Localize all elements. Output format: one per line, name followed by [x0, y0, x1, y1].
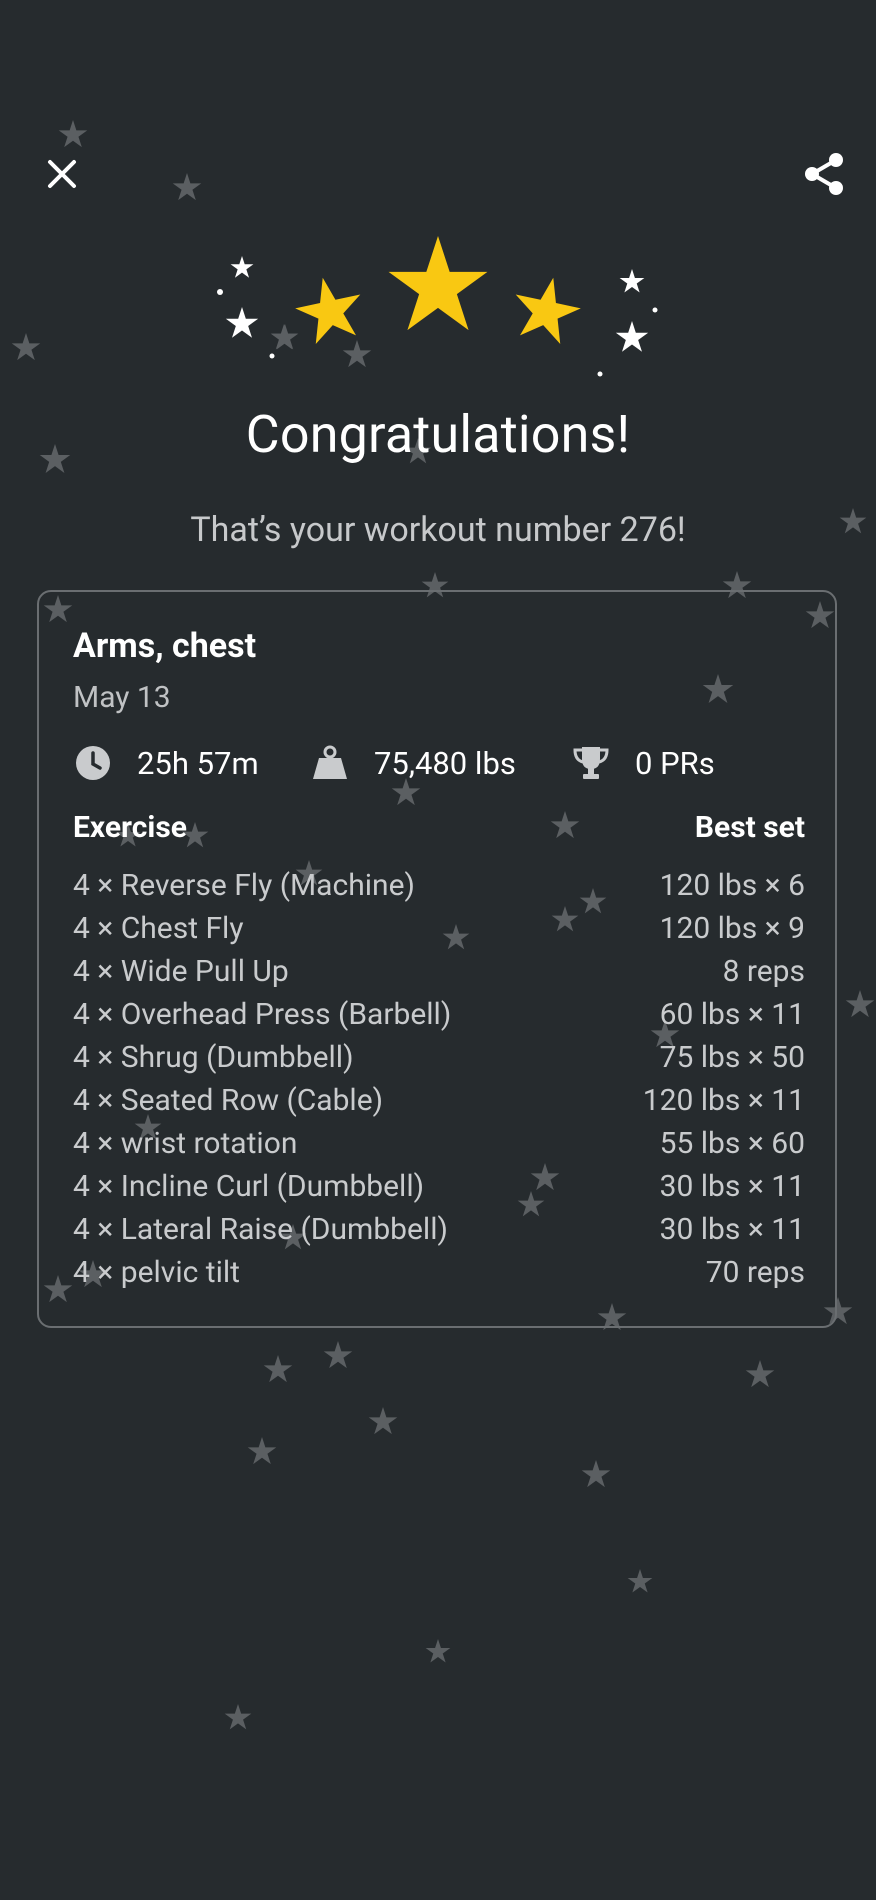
- exercise-row: 4 × Shrug (Dumbbell) 75 lbs × 50: [73, 1040, 805, 1083]
- close-button[interactable]: [26, 138, 98, 210]
- close-icon: [48, 160, 76, 188]
- best-set-value: 30 lbs × 11: [659, 1169, 805, 1204]
- best-set-value: 120 lbs × 11: [642, 1083, 805, 1118]
- exercise-row: 4 × Overhead Press (Barbell) 60 lbs × 11: [73, 997, 805, 1040]
- exercise-row: 4 × pelvic tilt 70 reps: [73, 1255, 805, 1298]
- exercise-name: 4 × Shrug (Dumbbell): [73, 1040, 354, 1075]
- exercise-name: 4 × Incline Curl (Dumbbell): [73, 1169, 425, 1204]
- exercise-row: 4 × Wide Pull Up 8 reps: [73, 954, 805, 997]
- exercise-name: 4 × wrist rotation: [73, 1126, 298, 1161]
- best-set-value: 75 lbs × 50: [659, 1040, 805, 1075]
- exercise-row: 4 × wrist rotation 55 lbs × 60: [73, 1126, 805, 1169]
- volume-stat: 75,480 lbs: [310, 738, 516, 788]
- exercise-name: 4 × Overhead Press (Barbell): [73, 997, 452, 1032]
- exercise-row: 4 × Reverse Fly (Machine) 120 lbs × 6: [73, 868, 805, 911]
- workout-stats: 25h 57m 75,480 lbs 0 PRs: [73, 738, 813, 788]
- best-set-value: 60 lbs × 11: [659, 997, 805, 1032]
- workout-summary-card: Arms, chest May 13 25h 57m 75,480 lbs 0 …: [37, 590, 837, 1328]
- exercise-row: 4 × Chest Fly 120 lbs × 9: [73, 911, 805, 954]
- duration-stat: 25h 57m: [73, 738, 259, 788]
- trophy-icon: [573, 747, 609, 779]
- best-set-value: 30 lbs × 11: [659, 1212, 805, 1247]
- achievement-stars-icon: [217, 236, 658, 377]
- clock-icon: [76, 746, 110, 780]
- exercise-table-header: Exercise Best set: [73, 810, 805, 850]
- workout-date: May 13: [73, 680, 171, 715]
- volume-value: 75,480 lbs: [374, 744, 516, 782]
- weight-icon: [313, 745, 347, 779]
- share-icon: [805, 153, 843, 195]
- best-set-value: 120 lbs × 9: [659, 911, 805, 946]
- exercise-row: 4 × Incline Curl (Dumbbell) 30 lbs × 11: [73, 1169, 805, 1212]
- best-set-value: 70 reps: [705, 1255, 805, 1290]
- congratulations-title: Congratulations!: [245, 404, 631, 465]
- prs-stat: 0 PRs: [571, 738, 715, 788]
- exercise-name: 4 × Wide Pull Up: [73, 954, 289, 989]
- workout-name: Arms, chest: [73, 626, 257, 666]
- exercise-name: 4 × pelvic tilt: [73, 1255, 240, 1290]
- prs-value: 0 PRs: [635, 744, 715, 782]
- best-set-value: 120 lbs × 6: [659, 868, 805, 903]
- duration-value: 25h 57m: [137, 744, 259, 782]
- best-set-column-header: Best set: [694, 810, 805, 845]
- share-button[interactable]: [788, 138, 860, 210]
- exercise-name: 4 × Chest Fly: [73, 911, 244, 946]
- best-set-value: 55 lbs × 60: [659, 1126, 805, 1161]
- exercise-name: 4 × Seated Row (Cable): [73, 1083, 384, 1118]
- exercise-name: 4 × Reverse Fly (Machine): [73, 868, 415, 903]
- best-set-value: 8 reps: [722, 954, 805, 989]
- workout-count-subtitle: That’s your workout number 276!: [190, 510, 686, 550]
- exercise-list: 4 × Reverse Fly (Machine) 120 lbs × 6 4 …: [73, 868, 805, 1298]
- exercise-column-header: Exercise: [73, 810, 187, 845]
- exercise-name: 4 × Lateral Raise (Dumbbell): [73, 1212, 448, 1247]
- exercise-row: 4 × Lateral Raise (Dumbbell) 30 lbs × 11: [73, 1212, 805, 1255]
- exercise-row: 4 × Seated Row (Cable) 120 lbs × 11: [73, 1083, 805, 1126]
